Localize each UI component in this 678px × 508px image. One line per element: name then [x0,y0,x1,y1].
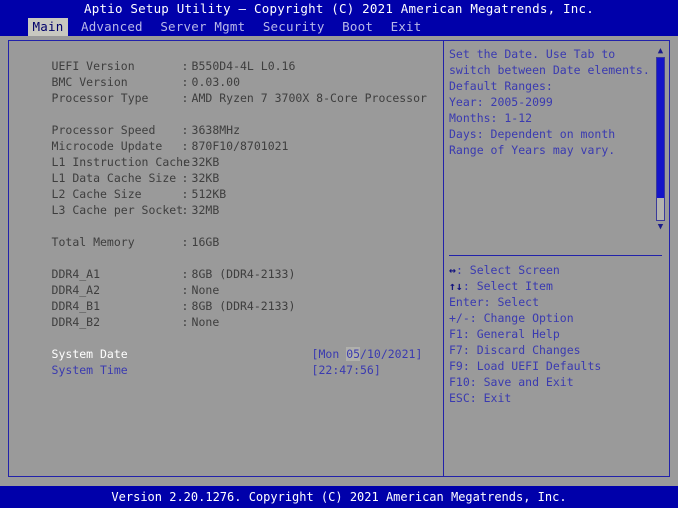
info-label: L3 Cache per Socket [51,203,184,217]
info-row-total-memory: Total Memory:16GB [10,218,440,249]
key-legend-label: Enter: Select [449,295,540,309]
info-row-processor-speed: Processor Speed:3638MHz [10,106,440,137]
tab-advanced[interactable]: Advanced [76,18,148,36]
panel-divider [443,40,444,477]
info-colon: : [181,315,189,329]
help-line: Set the Date. Use Tab to [449,47,616,61]
key-legend-label: +/-: Change Option [449,311,574,325]
info-label: Processor Type [51,91,149,105]
info-value: None [191,315,220,329]
info-row-ddr4-a2: DDR4_A2: None [10,266,440,297]
tab-exit[interactable]: Exit [386,18,427,36]
info-value: 16GB [191,235,220,249]
key-legend-label: F1: General Help [449,327,560,341]
footer-version-bar: Version 2.20.1276. Copyright (C) 2021 Am… [0,486,678,508]
system-time-value[interactable]: [22:47:56] [312,363,381,377]
key-legend-discard-changes: F7: Discard Changes [449,342,664,358]
up-down-arrow-icon: ↑↓ [449,279,463,293]
key-legend-select-screen: ↔: Select Screen [449,262,664,278]
tab-security[interactable]: Security [258,18,330,36]
footer-strip [0,477,678,486]
tab-boot[interactable]: Boot [337,18,378,36]
info-row-ddr4-a1: DDR4_A1:8GB (DDR4-2133) [10,250,440,281]
system-time-label: System Time [51,363,128,377]
info-value: 32MB [191,203,220,217]
info-row-l1-data-cache-size: L1 Data Cache Size:32KB [10,154,440,185]
key-legend-label: F9: Load UEFI Defaults [449,359,602,373]
help-text-area: Set the Date. Use Tab to switch between … [449,46,650,158]
window-title: Aptio Setup Utility – Copyright (C) 2021… [0,0,678,18]
info-colon: : [181,91,189,105]
help-line: Months: 1-12 [449,111,533,125]
tab-main[interactable]: Main [27,18,69,36]
info-row-microcode-update: Microcode Update:870F10/8701021 [10,122,440,153]
help-scrollbar[interactable]: ▲ ▼ [655,46,666,232]
setting-row-system-date[interactable]: System Date [Mon 05/10/2021] [10,330,440,361]
info-row-bmc-version: BMC Version:0.03.00 [10,58,440,89]
key-legend-label: : Select Screen [455,263,560,277]
help-panel: Set the Date. Use Tab to switch between … [449,42,670,475]
info-row-l2-cache-size: L2 Cache Size:512KB [10,170,440,201]
help-line: Range of Years may vary. [449,143,616,157]
info-row-l3-cache-per-socket: L3 Cache per Socket: 32MB [10,186,440,217]
key-legend-general-help: F1: General Help [449,326,664,342]
bios-setup-screen: Aptio Setup Utility – Copyright (C) 2021… [0,0,678,508]
key-legend-load-uefi-defaults: F9: Load UEFI Defaults [449,358,664,374]
scrollbar-track[interactable] [656,57,665,221]
key-legend: ↔: Select Screen ↑↓: Select Item Enter: … [449,262,664,406]
key-legend-label: ESC: Exit [449,391,512,405]
key-legend-label: F7: Discard Changes [449,343,581,357]
help-line: switch between Date elements. [449,63,650,77]
info-row-processor-type: Processor Type: AMD Ryzen 7 3700X 8-Core … [10,74,440,105]
key-legend-esc-exit: ESC: Exit [449,390,664,406]
info-label: DDR4_B2 [51,315,101,329]
setting-row-system-time[interactable]: System Time [22:47:56] [10,346,440,377]
tab-server-mgmt[interactable]: Server Mgmt [155,18,250,36]
info-label: Total Memory [51,235,135,249]
main-info-panel: UEFI Version: B550D4-4L L0.16 BMC Version… [10,42,440,475]
help-line: Year: 2005-2099 [449,95,553,109]
info-row-ddr4-b1: DDR4_B1:8GB (DDR4-2133) [10,282,440,313]
help-keys-separator [449,255,662,256]
left-right-arrow-icon: ↔ [449,263,456,277]
key-legend-change-option: +/-: Change Option [449,310,664,326]
info-value: AMD Ryzen 7 3700X 8-Core Processor [191,91,427,105]
key-legend-save-and-exit: F10: Save and Exit [449,374,664,390]
scroll-up-arrow-icon[interactable]: ▲ [655,46,666,56]
info-colon: : [181,203,189,217]
info-row-ddr4-b2: DDR4_B2: None [10,298,440,329]
info-row-uefi-version: UEFI Version: B550D4-4L L0.16 [10,42,440,73]
help-line: Days: Dependent on month [449,127,616,141]
scroll-down-arrow-icon[interactable]: ▼ [655,222,666,232]
key-legend-enter-select: Enter: Select [449,294,664,310]
info-colon: : [181,235,189,249]
info-row-l1-instruction-cache: L1 Instruction Cache: 32KB [10,138,440,169]
key-legend-label: : Select Item [462,279,553,293]
key-legend-label: F10: Save and Exit [449,375,574,389]
scrollbar-thumb[interactable] [657,58,664,198]
key-legend-select-item: ↑↓: Select Item [449,278,664,294]
help-line: Default Ranges: [449,79,553,93]
menu-bar: Main Advanced Server Mgmt Security Boot … [0,18,678,36]
